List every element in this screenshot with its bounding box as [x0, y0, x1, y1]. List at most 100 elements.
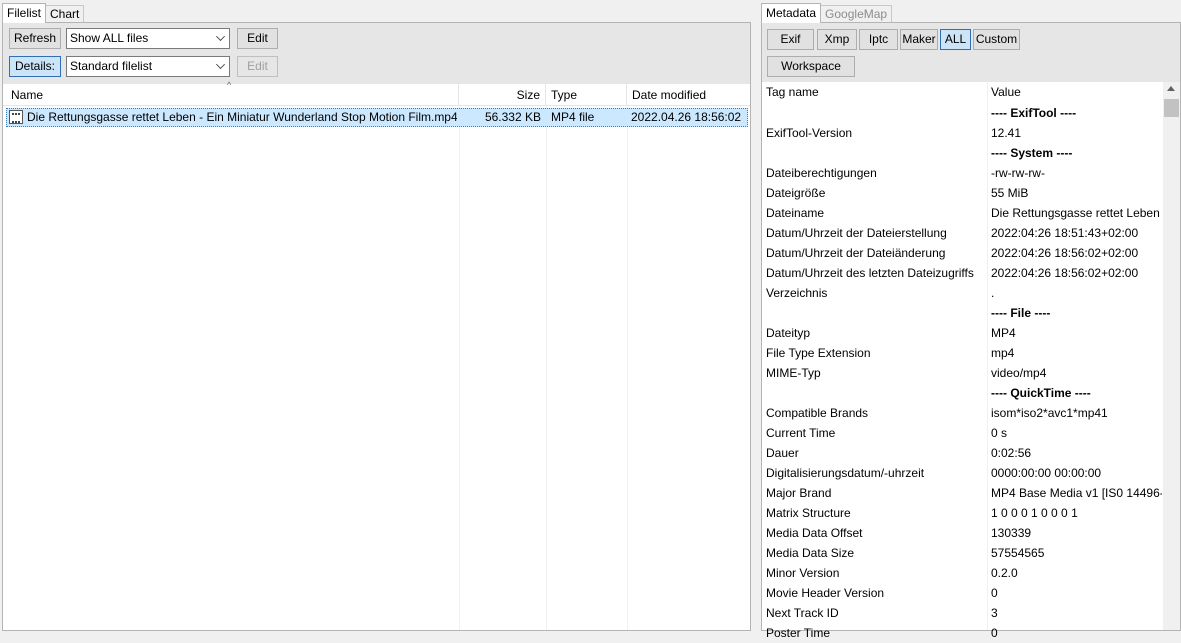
metadata-row[interactable]: Matrix Structure1 0 0 0 1 0 0 0 1 — [762, 503, 1162, 523]
metadata-row[interactable]: Current Time0 s — [762, 423, 1162, 443]
column-divider — [459, 106, 460, 630]
vertical-scrollbar[interactable] — [1163, 82, 1180, 630]
metadata-value: 0 s — [991, 423, 1162, 443]
metadata-row[interactable]: DateinameDie Rettungsgasse rettet Leben … — [762, 203, 1162, 223]
details-view-select[interactable]: Standard filelist — [66, 56, 230, 77]
metadata-row[interactable]: Datum/Uhrzeit des letzten Dateizugriffs2… — [762, 263, 1162, 283]
filelist-panel: Refresh Show ALL files Edit Details: Sta… — [2, 22, 751, 631]
metadata-row[interactable]: Compatible Brandsisom*iso2*avc1*mp41 — [762, 403, 1162, 423]
column-header-date[interactable]: Date modified — [627, 84, 749, 106]
metadata-row[interactable]: MIME-Typvideo/mp4 — [762, 363, 1162, 383]
workspace-button[interactable]: Workspace — [767, 56, 855, 77]
metadata-row[interactable]: Minor Version0.2.0 — [762, 563, 1162, 583]
column-divider — [546, 106, 547, 630]
pane-splitter[interactable] — [752, 0, 759, 631]
metadata-section-row[interactable]: ---- QuickTime ---- — [762, 383, 1162, 403]
metadata-value: Die Rettungsgasse rettet Leben - — [991, 203, 1162, 223]
xmp-button[interactable]: Xmp — [817, 29, 857, 50]
column-header-value[interactable]: Value — [987, 82, 1162, 103]
metadata-row[interactable]: Next Track ID3 — [762, 603, 1162, 623]
metadata-tag-name — [766, 103, 986, 123]
file-list[interactable]: ^ Name Size Type Date modified Die Rettu… — [3, 84, 750, 630]
metadata-tag-name: Dateiname — [766, 203, 986, 223]
metadata-tag-name — [766, 383, 986, 403]
metadata-toolbar: Exif Xmp Iptc Maker ALL Custom Workspace — [762, 23, 1180, 82]
metadata-row[interactable]: Poster Time0 — [762, 623, 1162, 643]
column-header-size[interactable]: Size — [459, 84, 546, 106]
file-list-header: ^ Name Size Type Date modified — [3, 84, 750, 106]
metadata-value: 2022:04:26 18:56:02+02:00 — [991, 263, 1162, 283]
metadata-section-title: ---- System ---- — [991, 143, 1162, 163]
column-header-type[interactable]: Type — [546, 84, 627, 106]
metadata-row[interactable]: Verzeichnis. — [762, 283, 1162, 303]
refresh-button[interactable]: Refresh — [9, 28, 61, 49]
metadata-tag-name — [766, 303, 986, 323]
file-filter-select[interactable]: Show ALL files — [66, 28, 230, 49]
metadata-row[interactable]: ExifTool-Version12.41 — [762, 123, 1162, 143]
metadata-row[interactable]: Digitalisierungsdatum/-uhrzeit0000:00:00… — [762, 463, 1162, 483]
file-filter-value: Show ALL files — [70, 31, 148, 45]
metadata-tag-name: Dateityp — [766, 323, 986, 343]
metadata-tag-name: Dauer — [766, 443, 986, 463]
metadata-row[interactable]: Media Data Offset130339 — [762, 523, 1162, 543]
video-file-icon — [9, 110, 23, 124]
file-size: 56.332 KB — [463, 109, 541, 126]
metadata-section-title: ---- File ---- — [991, 303, 1162, 323]
left-tab-strip: Filelist Chart — [2, 3, 83, 23]
metadata-tag-name: Compatible Brands — [766, 403, 986, 423]
metadata-value: 3 — [991, 603, 1162, 623]
metadata-rows: ---- ExifTool ----ExifTool-Version12.41-… — [762, 103, 1162, 643]
metadata-value: . — [991, 283, 1162, 303]
metadata-section-row[interactable]: ---- File ---- — [762, 303, 1162, 323]
metadata-value: 2022:04:26 18:51:43+02:00 — [991, 223, 1162, 243]
metadata-tag-name: Current Time — [766, 423, 986, 443]
exif-button[interactable]: Exif — [767, 29, 814, 50]
metadata-row[interactable]: Dateiberechtigungen-rw-rw-rw- — [762, 163, 1162, 183]
metadata-section-row[interactable]: ---- ExifTool ---- — [762, 103, 1162, 123]
file-list-row[interactable]: Die Rettungsgasse rettet Leben - Ein Min… — [6, 108, 748, 127]
edit-filter-button[interactable]: Edit — [237, 28, 278, 49]
metadata-grid-header: Tag name Value — [762, 82, 1162, 103]
iptc-button[interactable]: Iptc — [859, 29, 898, 50]
metadata-tag-name: Datum/Uhrzeit des letzten Dateizugriffs — [766, 263, 986, 283]
metadata-value: 12.41 — [991, 123, 1162, 143]
metadata-row[interactable]: DateitypMP4 — [762, 323, 1162, 343]
maker-button[interactable]: Maker — [900, 29, 938, 50]
metadata-tag-name: Poster Time — [766, 623, 986, 643]
file-type: MP4 file — [551, 109, 627, 126]
scrollbar-thumb[interactable] — [1164, 99, 1179, 117]
metadata-grid[interactable]: Tag name Value ---- ExifTool ----ExifToo… — [762, 82, 1180, 630]
metadata-row[interactable]: File Type Extensionmp4 — [762, 343, 1162, 363]
metadata-value: MP4 Base Media v1 [IS0 14496-1 — [991, 483, 1162, 503]
metadata-section-row[interactable]: ---- System ---- — [762, 143, 1162, 163]
metadata-tag-name: Media Data Size — [766, 543, 986, 563]
details-view-value: Standard filelist — [70, 59, 152, 73]
metadata-value: video/mp4 — [991, 363, 1162, 383]
metadata-pane: Metadata GoogleMap Exif Xmp Iptc Maker A… — [759, 0, 1181, 631]
scroll-up-icon[interactable] — [1167, 86, 1175, 91]
metadata-row[interactable]: Movie Header Version0 — [762, 583, 1162, 603]
column-header-name[interactable]: Name — [6, 84, 459, 106]
details-button[interactable]: Details: — [9, 56, 61, 77]
metadata-row[interactable]: Media Data Size57554565 — [762, 543, 1162, 563]
metadata-row[interactable]: Major BrandMP4 Base Media v1 [IS0 14496-… — [762, 483, 1162, 503]
metadata-value: 57554565 — [991, 543, 1162, 563]
metadata-value: 130339 — [991, 523, 1162, 543]
tab-chart[interactable]: Chart — [45, 5, 84, 23]
edit-details-button: Edit — [237, 56, 278, 77]
tab-googlemap[interactable]: GoogleMap — [820, 5, 892, 23]
metadata-row[interactable]: Datum/Uhrzeit der Dateiänderung2022:04:2… — [762, 243, 1162, 263]
all-button[interactable]: ALL — [940, 29, 971, 50]
metadata-value: 2022:04:26 18:56:02+02:00 — [991, 243, 1162, 263]
metadata-tag-name: Next Track ID — [766, 603, 986, 623]
metadata-row[interactable]: Datum/Uhrzeit der Dateierstellung2022:04… — [762, 223, 1162, 243]
metadata-value: -rw-rw-rw- — [991, 163, 1162, 183]
metadata-row[interactable]: Dauer0:02:56 — [762, 443, 1162, 463]
metadata-row[interactable]: Dateigröße55 MiB — [762, 183, 1162, 203]
tab-metadata[interactable]: Metadata — [761, 3, 821, 23]
metadata-tag-name: Matrix Structure — [766, 503, 986, 523]
metadata-panel: Exif Xmp Iptc Maker ALL Custom Workspace… — [761, 22, 1181, 631]
column-header-tag-name[interactable]: Tag name — [762, 82, 987, 103]
tab-filelist[interactable]: Filelist — [2, 3, 46, 23]
custom-button[interactable]: Custom — [973, 29, 1020, 50]
